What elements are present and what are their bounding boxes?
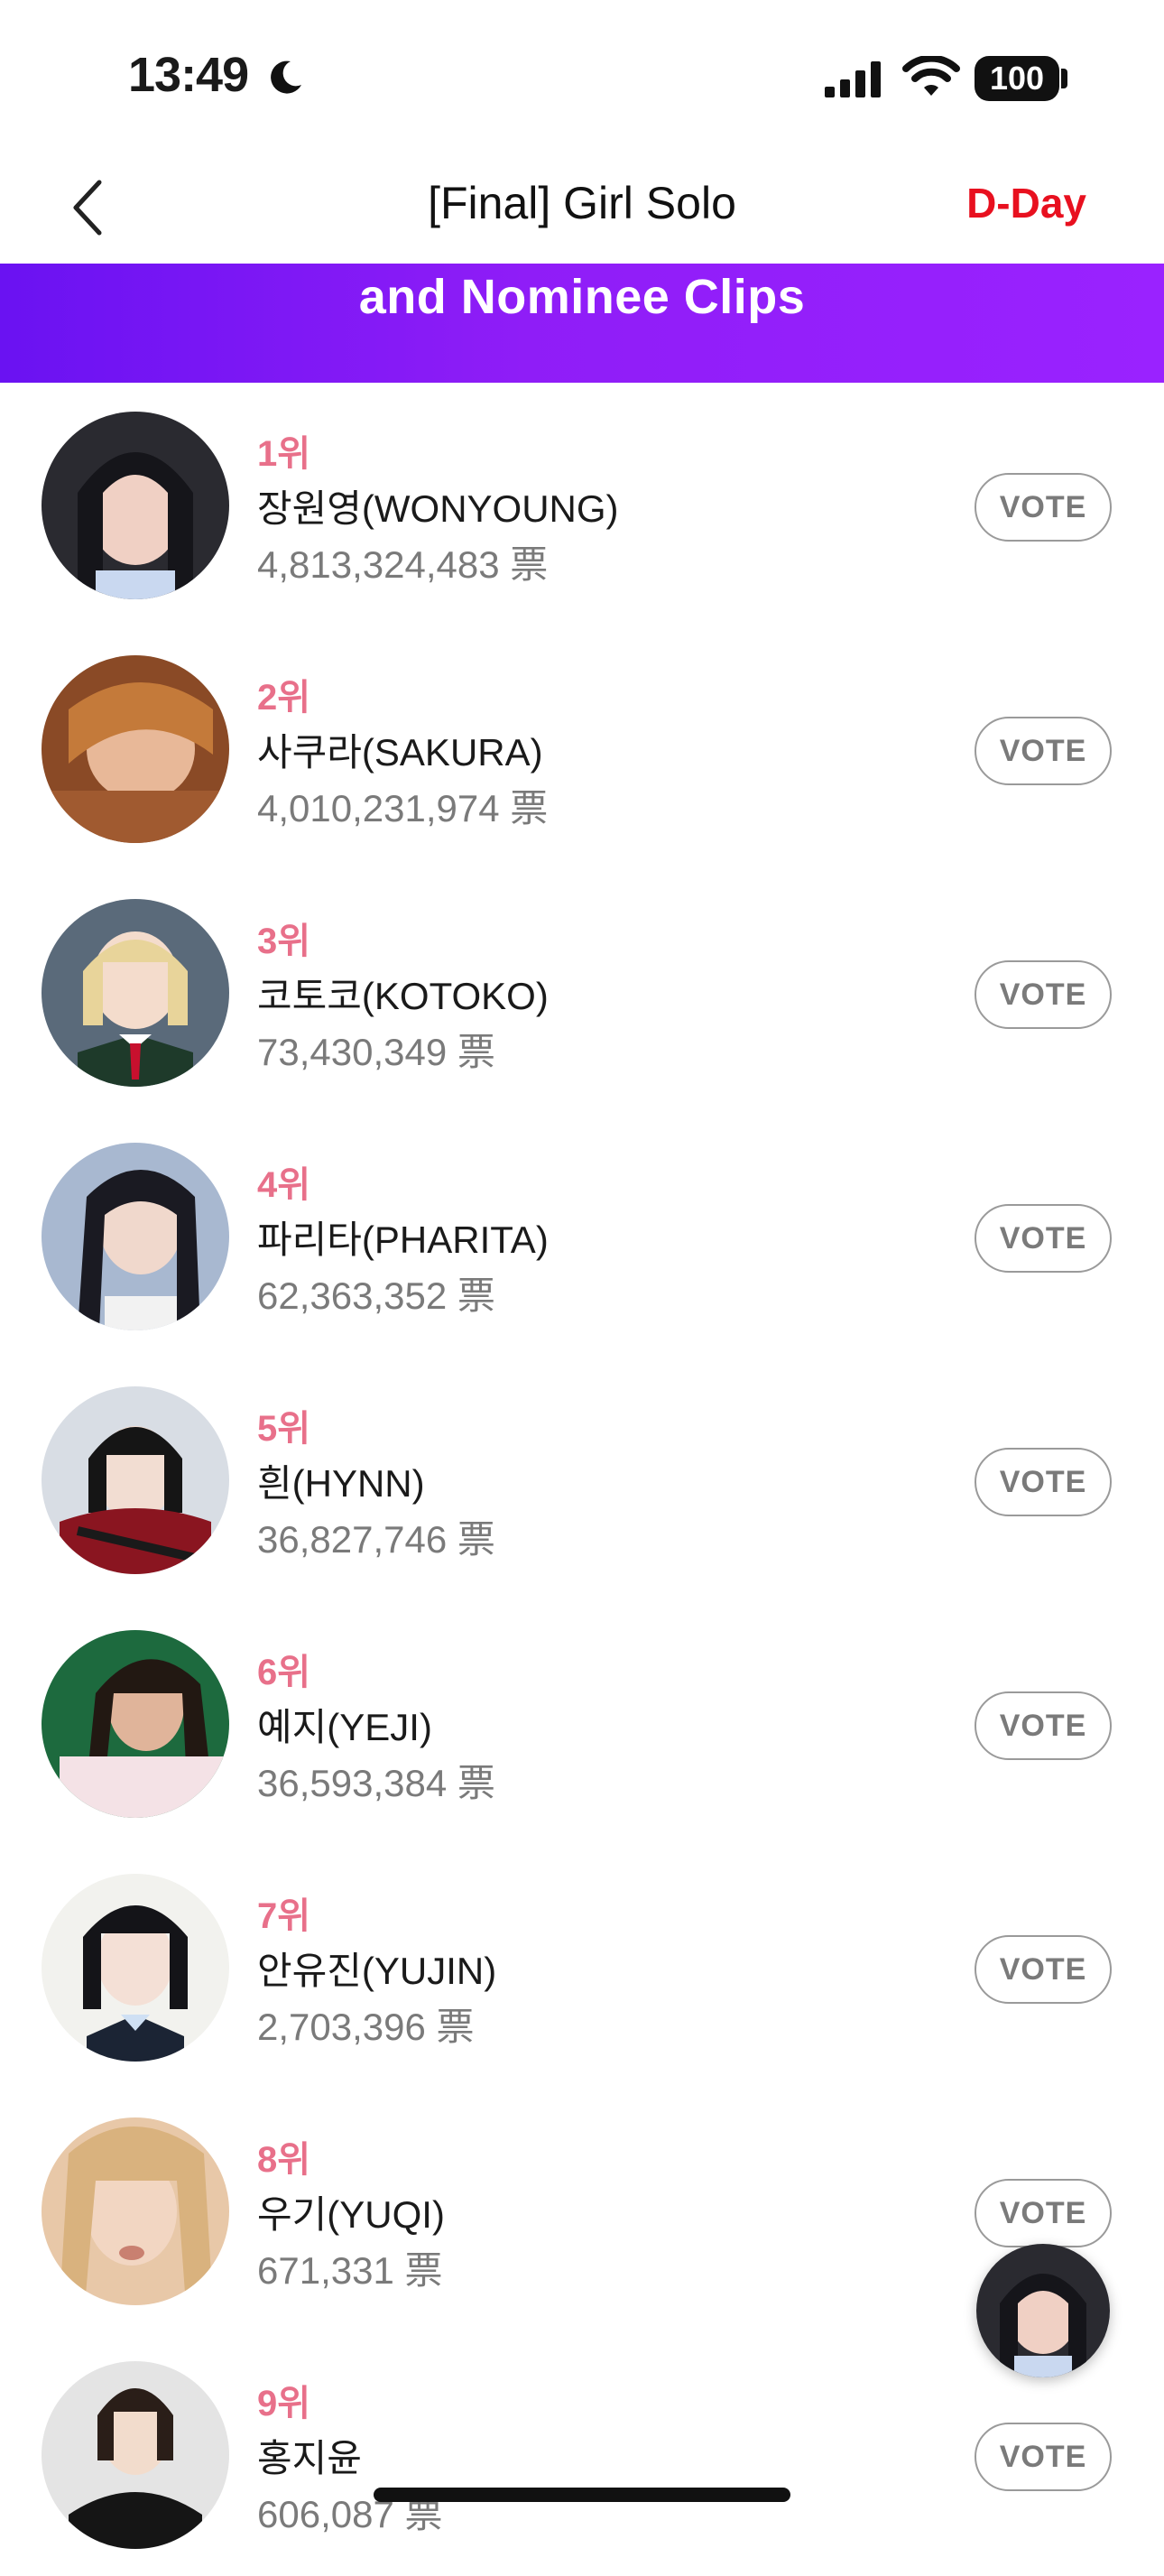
vote-button[interactable]: VOTE [975,1204,1112,1273]
avatar [42,1630,229,1818]
rank-label: 3위 [257,922,311,961]
nominee-name: 파리타(PHARITA) [257,1219,549,1261]
vote-count: 36,827,746 票 [257,1518,495,1561]
wifi-icon [902,56,960,96]
nominee-name: 예지(YEJI) [257,1706,432,1748]
list-item[interactable]: 7위 안유진(YUJIN) 2,703,396 票 VOTE [0,1845,1164,2089]
rank-label: 4위 [257,1165,311,1205]
nominee-name: 장원영(WONYOUNG) [257,487,619,530]
vote-count: 36,593,384 票 [257,1762,495,1804]
vote-count: 62,363,352 票 [257,1274,495,1317]
vote-button[interactable]: VOTE [975,473,1112,542]
vote-button[interactable]: VOTE [975,960,1112,1029]
nominee-name: 우기(YUQI) [257,2193,445,2236]
vote-button[interactable]: VOTE [975,2423,1112,2491]
rank-label: 7위 [257,1896,311,1936]
avatar [42,655,229,843]
moon-icon [271,60,301,94]
avatar [42,2361,229,2549]
banner-text: and Nominee Clips [358,270,806,324]
vote-button[interactable]: VOTE [975,1448,1112,1516]
list-item[interactable]: 1위 장원영(WONYOUNG) 4,813,324,483 票 VOTE [0,383,1164,626]
vote-button[interactable]: VOTE [975,2179,1112,2247]
rank-label: 9위 [257,2384,311,2423]
list-item[interactable]: 2위 사쿠라(SAKURA) 4,010,231,974 票 VOTE [0,626,1164,870]
vote-button[interactable]: VOTE [975,1935,1112,2004]
nominee-name: 코토코(KOTOKO) [257,975,549,1017]
nominee-name: 홍지윤 [257,2437,362,2479]
avatar [42,899,229,1087]
status-time: 13:49 [128,48,249,102]
vote-button[interactable]: VOTE [975,1691,1112,1760]
rank-label: 1위 [257,434,311,474]
avatar [42,2117,229,2305]
avatar [42,1386,229,1574]
list-item[interactable]: 6위 예지(YEJI) 36,593,384 票 VOTE [0,1601,1164,1845]
list-item[interactable]: 3위 코토코(KOTOKO) 73,430,349 票 VOTE [0,870,1164,1114]
nav-header: [Final] Girl Solo D-Day [0,153,1164,264]
status-bar: 13:49 100 [0,0,1164,153]
rank-label: 6위 [257,1653,311,1692]
rank-label: 2위 [257,678,311,718]
cellular-signal-icon [825,61,881,97]
nominee-list: 1위 장원영(WONYOUNG) 4,813,324,483 票 VOTE 2위… [0,383,1164,2576]
nominee-name: 안유진(YUJIN) [257,1950,497,1992]
avatar [42,1143,229,1330]
avatar [42,1874,229,2062]
floating-profile-button[interactable] [976,2244,1110,2377]
avatar [42,412,229,599]
promo-banner[interactable]: and Nominee Clips [0,264,1164,383]
home-indicator [374,2488,790,2502]
vote-count: 671,331 票 [257,2249,443,2292]
list-item[interactable]: 9위 홍지윤 606,087 票 VOTE [0,2332,1164,2576]
nominee-name: 흰(HYNN) [257,1462,425,1505]
vote-button[interactable]: VOTE [975,717,1112,785]
dday-label: D-Day [966,180,1086,227]
vote-count: 4,010,231,974 票 [257,787,549,829]
battery-cap [1061,69,1067,88]
vote-count: 4,813,324,483 票 [257,543,549,586]
rank-label: 5위 [257,1409,311,1449]
vote-count: 2,703,396 票 [257,2006,475,2048]
rank-label: 8위 [257,2140,311,2180]
battery-indicator: 100 [975,56,1059,101]
list-item[interactable]: 5위 흰(HYNN) 36,827,746 票 VOTE [0,1357,1164,1601]
vote-count: 73,430,349 票 [257,1031,495,1073]
list-item[interactable]: 4위 파리타(PHARITA) 62,363,352 票 VOTE [0,1114,1164,1357]
nominee-name: 사쿠라(SAKURA) [257,731,543,774]
